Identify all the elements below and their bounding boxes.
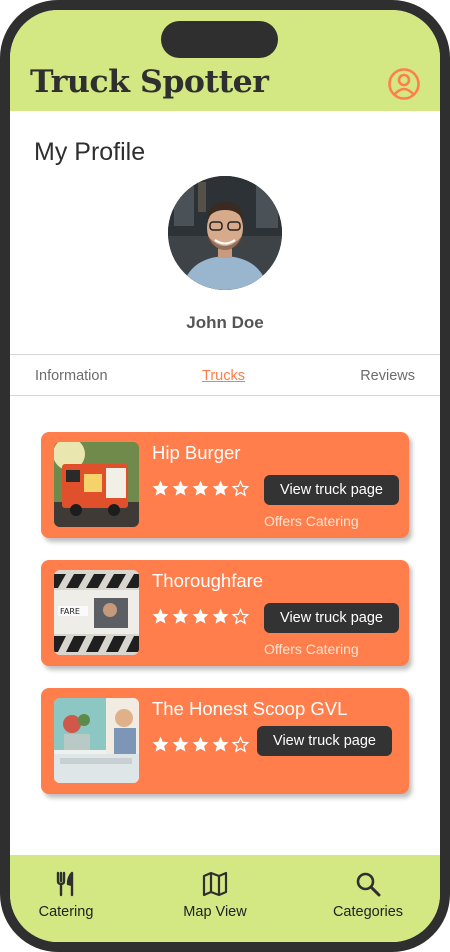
nav-catering[interactable]: Catering — [10, 871, 126, 920]
star-filled-icon — [152, 608, 169, 624]
view-truck-page-button[interactable]: View truck page — [264, 603, 399, 633]
rating-stars — [151, 607, 250, 627]
truck-name: Thoroughfare — [152, 570, 264, 591]
star-filled-icon — [212, 480, 229, 496]
star-outline-icon — [231, 607, 250, 625]
screen: Truck Spotter My Profile John Doe Inform… — [10, 10, 440, 942]
rating-stars — [151, 479, 250, 499]
tab-reviews[interactable]: Reviews — [360, 368, 415, 384]
truck-photo: FARE — [54, 570, 139, 655]
offers-catering-tag: Offers Catering — [264, 641, 359, 657]
user-name: John Doe — [186, 313, 264, 332]
tab-information[interactable]: Information — [35, 368, 108, 384]
phone-frame: Truck Spotter My Profile John Doe Inform… — [0, 0, 450, 952]
search-icon — [356, 872, 381, 897]
avatar-photo — [168, 176, 282, 290]
fork-knife-icon — [56, 871, 74, 897]
nav-map-view[interactable]: Map View — [155, 871, 275, 920]
avatar — [168, 176, 282, 290]
star-filled-icon — [172, 736, 189, 752]
brand-logo: Truck Spotter — [30, 64, 269, 100]
star-filled-icon — [152, 480, 169, 496]
svg-text:FARE: FARE — [60, 607, 80, 616]
map-icon — [202, 871, 228, 897]
truck-card[interactable]: Hip Burger View truck page Offers Cateri… — [41, 432, 409, 538]
truck-photo — [54, 442, 139, 527]
star-filled-icon — [212, 736, 229, 752]
star-outline-icon — [231, 735, 250, 753]
tab-trucks[interactable]: Trucks — [202, 368, 245, 384]
star-filled-icon — [192, 736, 209, 752]
star-outline-icon — [231, 479, 250, 497]
bottom-navigation: Catering Map View Categories — [10, 855, 440, 942]
truck-name: The Honest Scoop GVL — [152, 698, 348, 719]
profile-tabs: Information Trucks Reviews — [10, 354, 440, 396]
offers-catering-tag: Offers Catering — [264, 513, 359, 529]
nav-categories[interactable]: Categories — [308, 871, 428, 920]
rating-stars — [151, 735, 250, 755]
star-filled-icon — [192, 608, 209, 624]
nav-label: Categories — [332, 904, 404, 920]
star-filled-icon — [212, 608, 229, 624]
view-truck-page-button[interactable]: View truck page — [257, 726, 392, 756]
truck-photo — [54, 698, 139, 783]
truck-card[interactable]: FARE Thoroughfare View truck page Offers… — [41, 560, 409, 666]
star-filled-icon — [152, 736, 169, 752]
star-filled-icon — [192, 480, 209, 496]
nav-label: Catering — [38, 904, 94, 920]
truck-name: Hip Burger — [152, 442, 241, 463]
page-title: My Profile — [34, 138, 146, 166]
nav-label: Map View — [183, 904, 247, 920]
truck-card[interactable]: The Honest Scoop GVL View truck page — [41, 688, 409, 794]
view-truck-page-button[interactable]: View truck page — [264, 475, 399, 505]
star-filled-icon — [172, 480, 189, 496]
camera-notch — [161, 21, 278, 58]
user-profile-icon[interactable] — [387, 67, 421, 101]
star-filled-icon — [172, 608, 189, 624]
